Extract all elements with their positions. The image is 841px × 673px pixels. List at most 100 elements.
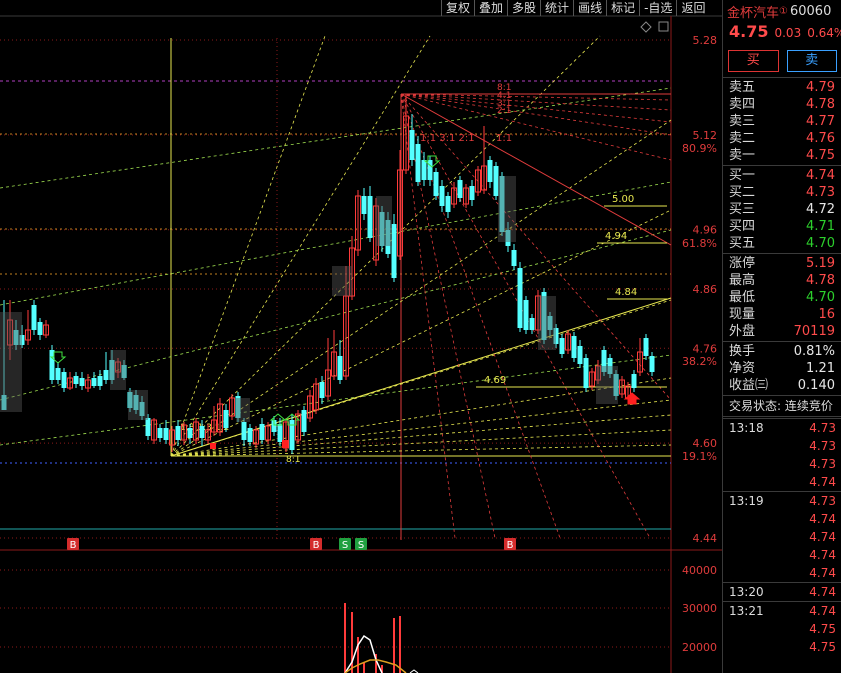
stat-label: 净资 bbox=[729, 361, 756, 376]
fib-fan-line bbox=[400, 93, 672, 111]
tick-price: 4.74 bbox=[809, 512, 836, 526]
stats-block-1: 涨停 5.19 最高 4.78 最低 4.70 现量 16 外盘 70119 bbox=[723, 255, 841, 340]
tick-list[interactable]: 13:18 4.73 4.73 4.73 4.74 13:19 4.73 4.74 4.74 4.… bbox=[723, 418, 841, 656]
bid-row[interactable]: 买四 4.71 bbox=[723, 218, 841, 235]
price-tick-label: 5.12 bbox=[693, 129, 718, 142]
candle-body bbox=[31, 305, 37, 330]
toolbar-fuquan-button[interactable]: 复权 bbox=[441, 0, 474, 16]
candle-body bbox=[259, 424, 265, 440]
trend-line bbox=[0, 229, 672, 401]
volume-profile-box bbox=[498, 176, 516, 242]
candle-body bbox=[97, 376, 103, 386]
candle-body bbox=[421, 160, 427, 180]
ask-label: 卖五 bbox=[729, 80, 756, 95]
toolbar-mark-button[interactable]: 标记 bbox=[606, 0, 639, 16]
tick-row: 13:20 4.74 bbox=[723, 582, 841, 601]
toolbar-multistock-button[interactable]: 多股 bbox=[507, 0, 540, 16]
ask-row[interactable]: 卖三 4.77 bbox=[723, 113, 841, 130]
stat-row: 涨停 5.19 bbox=[723, 255, 841, 272]
toolbar-overlay-button[interactable]: 叠加 bbox=[474, 0, 507, 16]
stat-value: 16 bbox=[818, 307, 835, 322]
candle-body bbox=[61, 372, 67, 388]
diamond-icon bbox=[640, 21, 652, 33]
bid-row[interactable]: 买五 4.70 bbox=[723, 235, 841, 252]
stock-market-superscript: ① bbox=[779, 5, 788, 17]
tick-price: 4.74 bbox=[809, 585, 836, 599]
bid-row[interactable]: 买二 4.73 bbox=[723, 184, 841, 201]
bid-label: 买三 bbox=[729, 202, 756, 217]
price-change: 0.03 bbox=[774, 26, 802, 40]
stat-row: 外盘 70119 bbox=[723, 323, 841, 340]
candle-body bbox=[91, 378, 97, 386]
toolbar-draw-button[interactable]: 画线 bbox=[573, 0, 606, 16]
trade-status-label: 交易状态: bbox=[729, 399, 782, 413]
bid-price: 4.72 bbox=[806, 202, 835, 217]
tick-price: 4.74 bbox=[809, 548, 836, 562]
tick-row: 4.74 bbox=[723, 528, 841, 546]
candle-body bbox=[643, 338, 649, 356]
ask-label: 卖一 bbox=[729, 148, 756, 163]
price-tick-label: 4.76 bbox=[693, 342, 718, 355]
tick-row: 4.75 bbox=[723, 620, 841, 638]
kline-chart[interactable]: 5.28 5.12 4.96 4.86 4.76 4.60 4.44 80.9% 61.8% 38… bbox=[0, 0, 841, 673]
candle-body bbox=[223, 410, 229, 428]
volume-tick-label: 40000 bbox=[682, 564, 717, 577]
up-arrow-icon bbox=[623, 392, 641, 405]
bid-row[interactable]: 买三 4.72 bbox=[723, 201, 841, 218]
toolbar-back-button[interactable]: 返回 bbox=[676, 0, 709, 16]
candle-body bbox=[517, 268, 523, 328]
bid-row[interactable]: 买一 4.74 bbox=[723, 167, 841, 184]
stat-row: 最高 4.78 bbox=[723, 272, 841, 289]
stat-label: 涨停 bbox=[729, 256, 756, 271]
signal-badge-label: B bbox=[507, 540, 514, 551]
trade-status-value: 连续竞价 bbox=[784, 399, 833, 413]
ask-row[interactable]: 卖五 4.79 bbox=[723, 79, 841, 96]
chart-toolbar: 复权 叠加 多股 统计 画线 标记 -自选 返回 bbox=[441, 0, 709, 16]
tick-time: 13:18 bbox=[729, 421, 764, 435]
ask-row[interactable]: 卖一 4.75 bbox=[723, 147, 841, 164]
toolbar-remove-watchlist-button[interactable]: -自选 bbox=[639, 0, 676, 16]
gann-fan-line bbox=[170, 35, 326, 457]
bid-label: 买四 bbox=[729, 219, 756, 234]
gann-fan-line bbox=[170, 444, 672, 457]
tick-price: 4.73 bbox=[809, 439, 836, 453]
candle-body bbox=[37, 322, 43, 335]
level-label: 4.84 bbox=[615, 287, 637, 298]
stat-row: 最低 4.70 bbox=[723, 289, 841, 306]
tick-price: 4.74 bbox=[809, 566, 836, 580]
stock-name[interactable]: 金杯汽车 bbox=[727, 2, 779, 21]
stat-row: 净资 1.21 bbox=[723, 360, 841, 377]
tick-price: 4.73 bbox=[809, 494, 836, 508]
fib-ratio-label: 2:1 bbox=[497, 106, 511, 116]
candle-body bbox=[469, 186, 475, 200]
ask-label: 卖三 bbox=[729, 114, 756, 129]
buy-button[interactable]: 买 bbox=[728, 50, 779, 72]
signal-marker bbox=[282, 440, 288, 448]
stat-value: 70119 bbox=[793, 324, 835, 339]
level-label: 5.00 bbox=[612, 194, 634, 205]
sell-button[interactable]: 卖 bbox=[786, 50, 837, 72]
ask-row[interactable]: 卖四 4.78 bbox=[723, 96, 841, 113]
candle-body bbox=[277, 424, 283, 442]
stat-value: 0.140 bbox=[797, 378, 835, 393]
candle-body bbox=[409, 130, 415, 160]
candle-body bbox=[157, 428, 163, 438]
candle-body bbox=[301, 410, 307, 432]
tick-time: 13:20 bbox=[729, 585, 764, 599]
price-tick-label: 4.60 bbox=[693, 437, 718, 450]
price-change-pct: 0.64% bbox=[807, 26, 841, 40]
candle-body bbox=[145, 418, 151, 436]
tick-time: 13:21 bbox=[729, 604, 764, 618]
stat-row: 换手 0.81% bbox=[723, 343, 841, 360]
tick-row: 13:18 4.73 bbox=[723, 418, 841, 437]
stats-block-2: 换手 0.81% 净资 1.21 收益㈢ 0.140 bbox=[723, 343, 841, 394]
ask-row[interactable]: 卖二 4.76 bbox=[723, 130, 841, 147]
ask-price: 4.76 bbox=[806, 131, 835, 146]
toolbar-stats-button[interactable]: 统计 bbox=[540, 0, 573, 16]
ask-label: 卖二 bbox=[729, 131, 756, 146]
trend-line bbox=[0, 87, 672, 189]
candle-body bbox=[457, 180, 463, 198]
stock-header: 金杯汽车 ① 60060 bbox=[723, 0, 841, 22]
tick-price: 4.74 bbox=[809, 475, 836, 489]
price-tick-label: 4.96 bbox=[693, 224, 718, 237]
